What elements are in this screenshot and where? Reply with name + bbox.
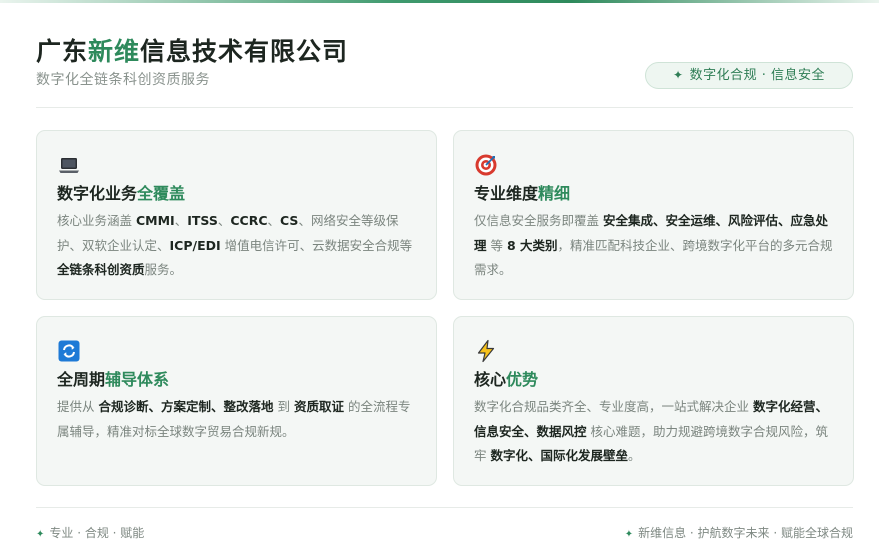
- body-text: 、: [174, 213, 188, 228]
- lightning-icon: [477, 339, 495, 363]
- body-text: 、: [267, 213, 281, 228]
- highlight-text: CS: [280, 213, 299, 228]
- card-title-prefix: 专业维度: [474, 184, 539, 203]
- body-text: 仅信息安全服务即覆盖: [474, 213, 603, 228]
- body-text: 核心业务涵盖: [57, 213, 136, 228]
- body-text: 服务。: [144, 262, 183, 277]
- body-text: 提供从: [57, 399, 99, 414]
- highlight-text: 合规诊断、方案定制、整改落地: [98, 399, 274, 414]
- card-title-accent: 全覆盖: [137, 184, 186, 203]
- title-accent: 新维: [88, 37, 141, 66]
- highlight-text: ICP/EDI: [169, 237, 221, 253]
- card-title-accent: 优势: [506, 370, 539, 389]
- highlight-text: ITSS: [187, 213, 218, 228]
- card-description: 提供从 合规诊断、方案定制、整改落地 到 资质取证 的全流程专属辅导，精准对标全…: [57, 395, 416, 444]
- footer-right: ✦ 新维信息 · 护航数字未来 · 赋能全球合规: [625, 523, 853, 545]
- card-title: 数字化业务全覆盖: [57, 183, 416, 205]
- footer: ✦ 专业 · 合规 · 赋能 ✦ 新维信息 · 护航数字未来 · 赋能全球合规: [36, 523, 853, 543]
- highlight-text: 资质取证: [293, 399, 344, 414]
- laptop-icon: [59, 158, 79, 173]
- body-text: 增值电信许可、云数据安全合规等: [220, 237, 413, 253]
- card-title-prefix: 核心: [474, 370, 507, 389]
- card-professional-dimension: 专业维度精细 仅信息安全服务即覆盖 安全集成、安全运维、风险评估、应急处理 等 …: [453, 130, 854, 300]
- footer-left: ✦ 专业 · 合规 · 赋能: [36, 523, 144, 545]
- sparkle-icon: ✦: [36, 529, 45, 540]
- body-text: 等: [486, 237, 507, 253]
- card-title: 全周期辅导体系: [57, 369, 416, 391]
- card-description: 核心业务涵盖 CMMI、ITSS、CCRC、CS、网络安全等级保护、双软企业认定…: [57, 209, 416, 283]
- card-title-prefix: 数字化业务: [57, 184, 138, 203]
- title-suffix: 信息技术有限公司: [140, 37, 349, 66]
- footer-divider: [36, 507, 853, 508]
- sparkle-icon: ✦: [624, 529, 634, 540]
- card-full-cycle: 全周期辅导体系 提供从 合规诊断、方案定制、整改落地 到 资质取证 的全流程专属…: [36, 316, 437, 486]
- header-badge: ✦ 数字化合规 · 信息安全: [645, 62, 853, 89]
- footer-right-text: 新维信息 · 护航数字未来 · 赋能全球合规: [638, 526, 853, 540]
- body-text: 、: [217, 213, 231, 228]
- card-digital-business: 数字化业务全覆盖 核心业务涵盖 CMMI、ITSS、CCRC、CS、网络安全等级…: [36, 130, 437, 300]
- body-text: 。: [628, 448, 641, 463]
- header: 广东新维信息技术有限公司 数字化全链条科创资质服务 ✦ 数字化合规 · 信息安全: [36, 36, 853, 106]
- body-text: 到: [273, 399, 294, 414]
- card-title-prefix: 全周期: [57, 370, 106, 389]
- header-divider: [36, 107, 853, 108]
- page: 广东新维信息技术有限公司 数字化全链条科创资质服务 ✦ 数字化合规 · 信息安全 …: [0, 0, 879, 556]
- card-core-advantage: 核心优势 数字化合规品类齐全、专业度高，一站式解决企业 数字化经营、信息安全、数…: [453, 316, 854, 486]
- badge-label: 数字化合规 · 信息安全: [689, 68, 825, 83]
- highlight-text: 全链条科创资质: [57, 262, 145, 277]
- card-description: 仅信息安全服务即覆盖 安全集成、安全运维、风险评估、应急处理 等 8 大类别，精…: [474, 209, 833, 283]
- sparkle-icon: ✦: [673, 68, 684, 82]
- highlight-text: CCRC: [230, 213, 268, 228]
- card-title: 专业维度精细: [474, 183, 833, 205]
- title-prefix: 广东: [36, 37, 89, 66]
- card-title-accent: 精细: [538, 184, 571, 203]
- top-accent-bar: [0, 0, 879, 3]
- highlight-text: 数字化、国际化发展壁垒: [490, 448, 628, 463]
- refresh-icon: [58, 340, 80, 362]
- footer-left-text: 专业 · 合规 · 赋能: [49, 526, 145, 540]
- highlight-text: CMMI: [135, 213, 175, 228]
- target-icon: [475, 154, 497, 176]
- body-text: 数字化合规品类齐全、专业度高，一站式解决企业: [474, 399, 753, 414]
- card-title: 核心优势: [474, 369, 833, 391]
- card-description: 数字化合规品类齐全、专业度高，一站式解决企业 数字化经营、信息安全、数据风控 核…: [474, 395, 833, 469]
- card-title-accent: 辅导体系: [105, 370, 170, 389]
- highlight-text: 8 大类别: [506, 237, 558, 253]
